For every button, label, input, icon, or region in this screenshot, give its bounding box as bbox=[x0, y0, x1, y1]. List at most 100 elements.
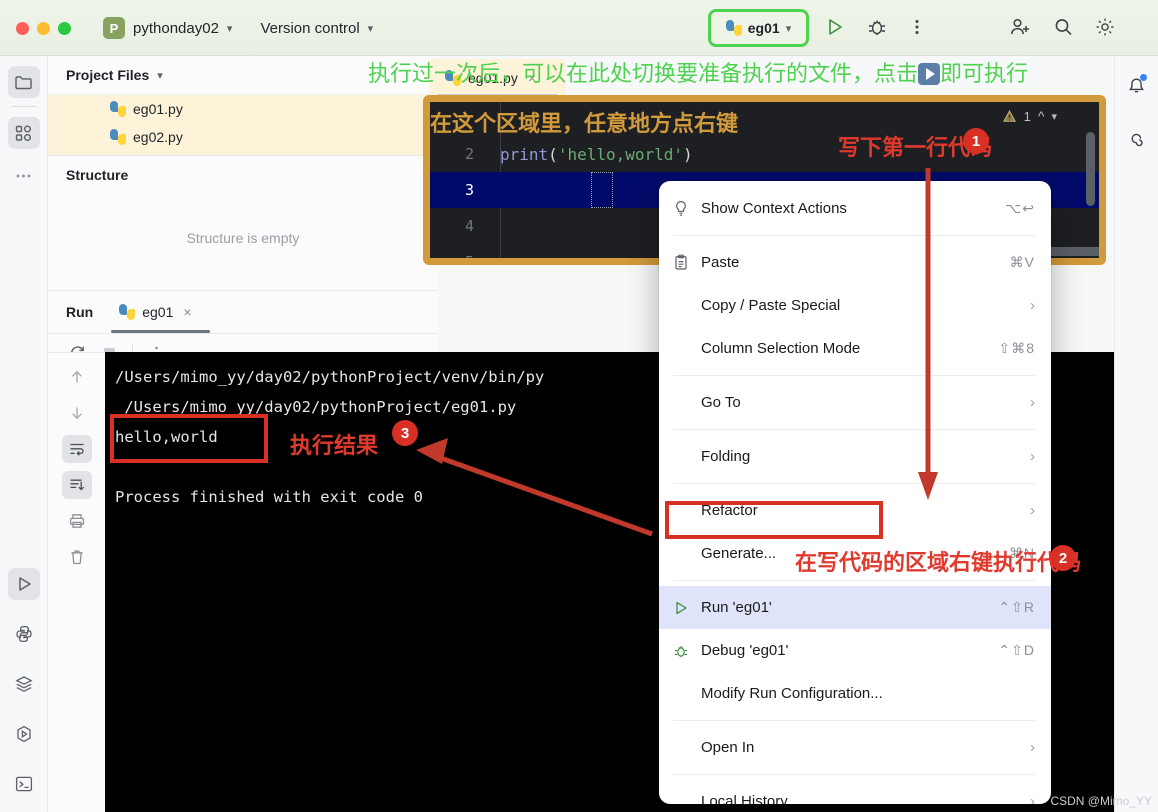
clear-all-button[interactable] bbox=[62, 543, 92, 571]
menu-item-label: Open In bbox=[701, 739, 755, 756]
project-selector[interactable]: P pythonday02 ▾ bbox=[103, 17, 232, 39]
editor-inspection-status[interactable]: 1 ^ ▾ bbox=[1002, 108, 1057, 124]
structure-title: Structure bbox=[66, 167, 129, 183]
ai-assistant-icon[interactable] bbox=[1121, 124, 1153, 156]
project-files-title: Project Files bbox=[66, 67, 150, 83]
chevron-down-icon: ▾ bbox=[785, 22, 792, 35]
list-item[interactable]: eg01.py bbox=[48, 95, 438, 123]
text-caret bbox=[591, 172, 613, 208]
maximize-window-button[interactable] bbox=[58, 21, 71, 35]
code-token: print bbox=[500, 144, 549, 164]
structure-header[interactable]: Structure bbox=[48, 156, 438, 194]
sidebar-item-python-packages[interactable] bbox=[8, 618, 40, 650]
scroll-up-button[interactable] bbox=[62, 363, 92, 391]
chevron-down-icon[interactable]: ▾ bbox=[1051, 110, 1057, 123]
menu-item-debug-eg01[interactable]: Debug 'eg01' ⌃⇧D bbox=[659, 629, 1051, 672]
chevron-right-icon: › bbox=[1030, 793, 1035, 804]
chevron-up-icon[interactable]: ^ bbox=[1038, 108, 1045, 124]
menu-item-refactor[interactable]: Refactor › bbox=[659, 489, 1051, 532]
menu-item-copy-paste-special[interactable]: Copy / Paste Special › bbox=[659, 284, 1051, 327]
file-name-label: eg01.py bbox=[133, 101, 183, 117]
menu-item-local-history[interactable]: Local History › bbox=[659, 780, 1051, 804]
chevron-down-icon: ▾ bbox=[367, 22, 374, 35]
scroll-to-end-button[interactable] bbox=[61, 471, 92, 499]
console-line: /Users/mimo_yy/day02/pythonProject/venv/… bbox=[115, 368, 545, 386]
menu-item-shortcut: ⌘N bbox=[1008, 545, 1035, 561]
menu-item-run-eg01[interactable]: Run 'eg01' ⌃⇧R bbox=[659, 586, 1051, 629]
code-token: ) bbox=[683, 144, 693, 164]
project-name-label: pythonday02 bbox=[133, 19, 219, 37]
code-token: 'hello,world' bbox=[557, 144, 684, 164]
list-item[interactable]: eg02.py bbox=[48, 123, 438, 151]
sidebar-item-more-tools[interactable] bbox=[8, 159, 40, 191]
console-line: Process finished with exit code 0 bbox=[115, 488, 423, 506]
python-file-icon bbox=[445, 70, 461, 86]
rail-divider bbox=[10, 106, 37, 107]
editor-line[interactable]: 2 print('hello,world') bbox=[430, 136, 1099, 172]
soft-wrap-button[interactable] bbox=[61, 435, 92, 463]
notifications-bell-icon[interactable] bbox=[1121, 70, 1153, 102]
menu-item-shortcut: ⌥↩ bbox=[1005, 200, 1035, 216]
sidebar-item-python-console[interactable] bbox=[8, 718, 40, 750]
add-user-icon[interactable] bbox=[1008, 16, 1032, 38]
close-icon[interactable]: × bbox=[528, 70, 536, 86]
editor-vertical-scrollbar[interactable] bbox=[1086, 132, 1095, 206]
close-icon[interactable]: × bbox=[183, 304, 191, 320]
menu-divider bbox=[673, 429, 1035, 430]
sidebar-item-project-files[interactable] bbox=[7, 66, 40, 98]
search-icon[interactable] bbox=[1052, 16, 1074, 38]
menu-item-show-context-actions[interactable]: Show Context Actions ⌥↩ bbox=[659, 187, 1051, 230]
sidebar-item-terminal[interactable] bbox=[8, 768, 40, 800]
python-file-icon bbox=[110, 101, 126, 117]
print-button[interactable] bbox=[62, 507, 92, 535]
code-text: print('hello,world') bbox=[488, 145, 693, 164]
run-icon[interactable] bbox=[824, 16, 846, 38]
editor-context-menu[interactable]: Show Context Actions ⌥↩ Paste ⌘V Copy / … bbox=[659, 181, 1051, 804]
line-number: 2 bbox=[464, 145, 474, 163]
scroll-down-button[interactable] bbox=[62, 399, 92, 427]
menu-item-label: Paste bbox=[701, 254, 740, 271]
chevron-right-icon: › bbox=[1030, 297, 1035, 314]
watermark-label: CSDN @Mimo_YY bbox=[1050, 794, 1152, 808]
sidebar-item-run[interactable] bbox=[7, 568, 40, 600]
close-window-button[interactable] bbox=[16, 21, 29, 35]
project-files-header[interactable]: Project Files ▾ bbox=[48, 56, 438, 94]
minimize-window-button[interactable] bbox=[37, 21, 50, 35]
project-files-list: eg01.py eg02.py bbox=[48, 94, 438, 155]
menu-item-label: Generate... bbox=[701, 545, 777, 562]
window-controls[interactable] bbox=[16, 21, 71, 35]
menu-item-column-selection-mode[interactable]: Column Selection Mode ⇧⌘8 bbox=[659, 327, 1051, 370]
menu-item-go-to[interactable]: Go To › bbox=[659, 381, 1051, 424]
menu-item-open-in[interactable]: Open In › bbox=[659, 726, 1051, 769]
run-panel-title: Run bbox=[66, 304, 94, 320]
left-rail-bottom-group bbox=[7, 558, 40, 812]
chevron-right-icon: › bbox=[1030, 394, 1035, 411]
run-configuration-selector[interactable]: eg01 ▾ bbox=[708, 9, 809, 47]
file-name-label: eg02.py bbox=[133, 129, 183, 145]
debug-icon[interactable] bbox=[866, 16, 888, 38]
debug-icon bbox=[673, 643, 701, 659]
chevron-right-icon: › bbox=[1030, 502, 1035, 519]
menu-item-label: Refactor bbox=[701, 502, 758, 519]
menu-divider bbox=[673, 375, 1035, 376]
console-line: hello,world bbox=[115, 428, 218, 446]
menu-item-modify-run-configuration[interactable]: Modify Run Configuration... bbox=[659, 672, 1051, 715]
chevron-down-icon: ▾ bbox=[157, 69, 163, 82]
warning-icon bbox=[1002, 109, 1016, 122]
line-number: 4 bbox=[464, 217, 474, 235]
run-configuration-label: eg01 bbox=[747, 20, 780, 36]
menu-divider bbox=[673, 483, 1035, 484]
sidebar-item-structure[interactable] bbox=[7, 117, 40, 149]
structure-empty-label: Structure is empty bbox=[186, 230, 300, 246]
more-options-icon[interactable] bbox=[906, 16, 928, 38]
menu-item-folding[interactable]: Folding › bbox=[659, 435, 1051, 478]
menu-item-paste[interactable]: Paste ⌘V bbox=[659, 241, 1051, 284]
tab-eg01[interactable]: eg01 × bbox=[111, 291, 210, 333]
gear-icon[interactable] bbox=[1094, 16, 1116, 38]
editor-tab-label: eg01.py bbox=[468, 70, 518, 86]
version-control-menu[interactable]: Version control ▾ bbox=[260, 20, 373, 37]
sidebar-item-services[interactable] bbox=[8, 668, 40, 700]
menu-item-label: Modify Run Configuration... bbox=[701, 685, 883, 702]
menu-item-generate[interactable]: Generate... ⌘N bbox=[659, 532, 1051, 575]
editor-tab-eg01[interactable]: eg01.py × bbox=[429, 59, 566, 97]
